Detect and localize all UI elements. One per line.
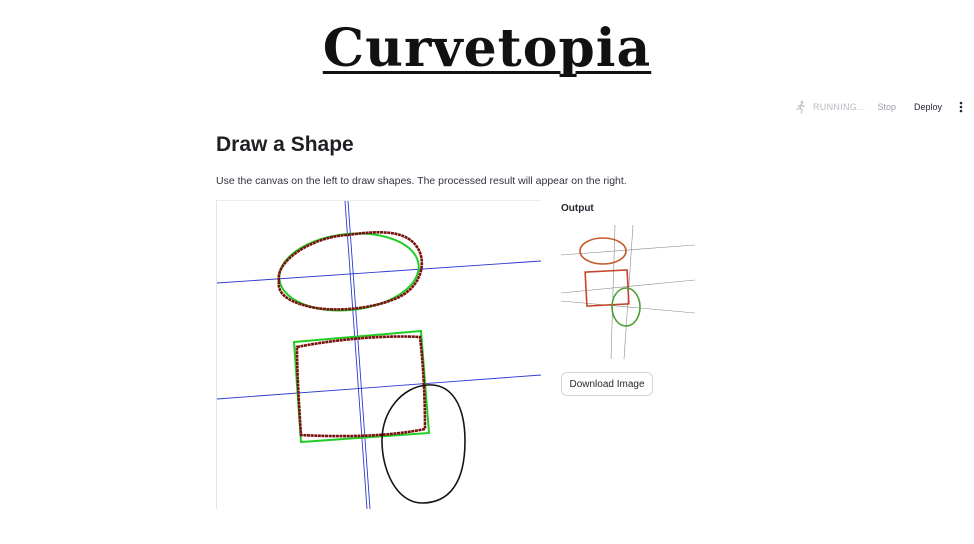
canvas-drawing	[217, 201, 541, 509]
page-title: Draw a Shape	[216, 133, 354, 156]
download-image-button[interactable]: Download Image	[561, 372, 653, 396]
symmetry-lines	[217, 201, 541, 509]
fitted-ellipse	[278, 232, 420, 312]
running-status: RUNNING...	[794, 100, 866, 114]
drawing-canvas[interactable]	[216, 200, 541, 509]
output-ellipse	[579, 237, 627, 265]
app-banner-title: Curvetopia	[322, 18, 652, 79]
output-drawing	[560, 224, 696, 360]
page-description: Use the canvas on the left to draw shape…	[216, 175, 627, 187]
deploy-button[interactable]: Deploy	[914, 102, 942, 112]
stop-button[interactable]: Stop	[877, 102, 896, 112]
app-toolbar: RUNNING... Stop Deploy	[774, 98, 974, 116]
output-image	[560, 224, 696, 361]
running-person-icon	[796, 100, 805, 114]
kebab-menu-icon	[959, 101, 963, 113]
main-menu-button[interactable]	[956, 100, 966, 114]
running-status-label: RUNNING...	[812, 102, 866, 112]
output-label: Output	[561, 203, 594, 214]
